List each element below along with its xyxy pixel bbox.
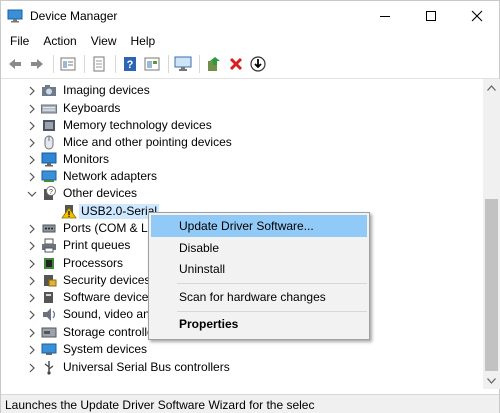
context-menu: Update Driver Software... Disable Uninst… [148,212,370,340]
menu-item-update-driver[interactable]: Update Driver Software... [151,215,367,237]
tree-item-label: Processors [63,256,124,270]
toolbar-separator [115,55,116,73]
vertical-scrollbar[interactable] [483,79,500,389]
help-icon[interactable]: ? [120,54,140,74]
menu-item-uninstall[interactable]: Uninstall [151,258,367,280]
mouse-icon [44,135,54,150]
tree-item-label: Memory technology devices [63,118,212,132]
chevron-down-icon[interactable] [27,189,37,199]
back-arrow-icon[interactable] [5,54,25,74]
chevron-right-icon[interactable] [27,224,37,234]
menu-bar: File Action View Help [1,32,162,50]
menu-separator [177,283,367,284]
menu-separator [177,311,367,312]
usb-icon [44,361,54,375]
svg-text:?: ? [49,189,53,196]
toolbar-separator [84,55,85,73]
update-driver-icon[interactable] [204,54,224,74]
chevron-right-icon[interactable] [27,276,37,286]
processor-icon [44,258,54,269]
svg-text:?: ? [127,59,134,71]
storage-icon [41,327,57,338]
menu-file[interactable]: File [1,32,36,50]
keyboard-icon [41,104,57,114]
scrollbar-thumb[interactable] [485,199,498,371]
unknown-device-icon: ? [44,186,56,200]
status-bar: Launches the Update Driver Software Wiza… [1,394,499,413]
toolbar: ? [1,52,499,76]
network-icon [41,170,57,182]
tree-item-label: Mice and other pointing devices [63,135,232,149]
chevron-right-icon[interactable] [27,328,37,338]
device-manager-icon [7,9,23,23]
device-manager-window: Device Manager File Action View Help ? I… [0,0,500,413]
toolbar-separator [199,55,200,73]
tree-item-label: Security devices [63,273,151,287]
tree-item-label: Software devices [63,290,155,304]
menu-item-disable[interactable]: Disable [151,237,367,259]
tree-item-label: Keyboards [63,101,121,115]
chevron-right-icon[interactable] [27,345,37,355]
toolbar-separator [168,55,169,73]
close-icon[interactable] [455,1,499,31]
tree-item-label: Print queues [63,238,131,252]
menu-view[interactable]: View [84,32,124,50]
menu-item-properties[interactable]: Properties [151,313,367,335]
tree-item-label: Network adapters [63,169,158,183]
monitor-icon [41,152,57,167]
chevron-right-icon[interactable] [27,86,37,96]
tree-item-label: Other devices [63,186,138,200]
port-icon [42,224,56,233]
show-hidden-icon[interactable] [89,54,109,74]
toolbar-separator [53,55,54,73]
properties-icon[interactable] [58,54,78,74]
printer-icon [42,238,56,253]
memory-icon [43,120,55,131]
menu-item-scan-hardware[interactable]: Scan for hardware changes [151,286,367,308]
scroll-down-icon[interactable] [483,372,500,389]
tree-item-label: System devices [63,342,148,356]
minimize-icon[interactable] [363,1,407,31]
system-icon [41,343,57,355]
speaker-icon [43,308,56,321]
warning-device-icon [61,205,77,219]
window-title: Device Manager [30,9,118,23]
view-icon[interactable] [142,54,162,74]
chevron-right-icon[interactable] [27,310,37,320]
camera-icon [42,85,56,96]
chevron-right-icon[interactable] [27,172,37,182]
chevron-right-icon[interactable] [27,241,37,251]
chevron-right-icon[interactable] [27,293,37,303]
menu-action[interactable]: Action [36,32,83,50]
chevron-right-icon[interactable] [27,363,37,373]
maximize-icon[interactable] [409,1,453,31]
download-driver-icon[interactable] [248,54,268,74]
title-bar: Device Manager [1,1,499,31]
chevron-right-icon[interactable] [27,138,37,148]
uninstall-x-icon[interactable] [226,54,246,74]
monitor-scan-icon[interactable] [173,54,193,74]
tree-item-label: Imaging devices [63,83,150,97]
chevron-right-icon[interactable] [27,155,37,165]
tree-item-label: Monitors [63,152,110,166]
menu-help[interactable]: Help [124,32,163,50]
tree-item-label: Universal Serial Bus controllers [63,360,230,374]
scroll-up-icon[interactable] [483,79,500,96]
chevron-right-icon[interactable] [27,104,37,114]
chevron-right-icon[interactable] [27,259,37,269]
chevron-right-icon[interactable] [27,121,37,131]
forward-arrow-icon[interactable] [27,54,47,74]
security-icon [44,275,57,287]
software-icon [44,292,53,303]
status-text: Launches the Update Driver Software Wiza… [5,398,315,412]
